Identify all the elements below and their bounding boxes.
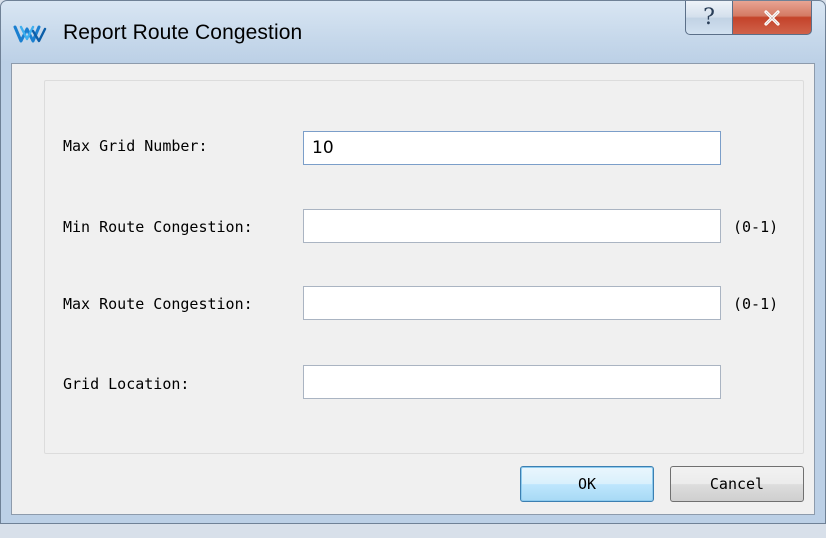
max-route-congestion-range: (0-1) <box>733 295 779 313</box>
min-route-congestion-input[interactable] <box>303 209 721 243</box>
grid-location-input[interactable] <box>303 365 721 399</box>
settings-group: Max Grid Number: Min Route Congestion: (… <box>44 80 804 454</box>
max-grid-number-input[interactable] <box>303 131 721 165</box>
cancel-button[interactable]: Cancel <box>670 466 804 502</box>
close-button[interactable] <box>732 1 812 35</box>
min-route-congestion-label: Min Route Congestion: <box>63 218 253 236</box>
report-route-congestion-dialog: Report Route Congestion ? Max Grid Numbe… <box>0 0 826 524</box>
min-route-congestion-range: (0-1) <box>733 218 779 236</box>
grid-location-label: Grid Location: <box>63 375 190 393</box>
ok-button[interactable]: OK <box>520 466 654 502</box>
max-route-congestion-input[interactable] <box>303 286 721 320</box>
close-icon <box>764 9 780 26</box>
help-icon: ? <box>703 4 715 30</box>
gowin-logo-icon <box>13 25 47 43</box>
help-button[interactable]: ? <box>685 1 733 35</box>
window-title: Report Route Congestion <box>63 21 303 44</box>
title-bar[interactable]: Report Route Congestion ? <box>1 1 825 63</box>
dialog-body: Max Grid Number: Min Route Congestion: (… <box>11 63 815 515</box>
max-route-congestion-label: Max Route Congestion: <box>63 295 253 313</box>
max-grid-number-label: Max Grid Number: <box>63 137 208 155</box>
